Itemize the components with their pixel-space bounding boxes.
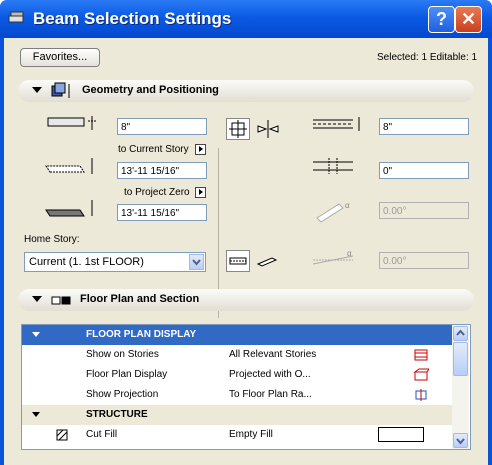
selection-info: Selected: 1 Editable: 1 [377,52,478,63]
row-value: To Floor Plan Ra... [229,389,312,400]
row-value: Empty Fill [229,429,273,440]
anchor-point-button[interactable] [226,118,250,140]
table-row[interactable]: Floor Plan Display Projected with O... [22,365,452,385]
geometry-icon [51,82,70,98]
beam-height-icon [47,116,96,130]
row-value: Projected with O... [229,369,311,380]
table-scrollbar[interactable] [452,325,469,449]
window-title: Beam Selection Settings [33,9,232,28]
row-name: Floor Plan Display [86,369,168,380]
scroll-thumb[interactable] [453,342,468,376]
table-row[interactable]: Show on Stories All Relevant Stories [22,345,452,365]
home-story-label: Home Story: [24,234,80,245]
favorites-button[interactable]: Favorites... [20,48,100,67]
beam-width-icon [313,117,360,131]
beam-app-icon [8,11,24,23]
group-label: FLOOR PLAN DISPLAY [86,329,197,340]
dialog-body: Favorites... Selected: 1 Editable: 1 Geo… [4,38,488,465]
collapse-triangle-icon[interactable] [32,87,42,93]
close-button[interactable]: ✕ [455,6,482,33]
home-story-value: Current (1. 1st FLOOR) [29,256,144,268]
table-row[interactable]: Show Projection To Floor Plan Ra... [22,385,452,405]
to-current-story-label: to Current Story [118,144,189,155]
fill-swatch[interactable] [378,427,424,442]
current-story-arrow-button[interactable] [195,144,206,155]
beam-offset-field[interactable]: 0" [379,162,469,179]
horizontal-beam-icon[interactable] [256,250,278,272]
chevron-down-icon[interactable] [189,254,204,270]
svg-text:α: α [347,249,352,258]
beam-height-field[interactable]: 8" [117,118,207,135]
title-bar[interactable]: Beam Selection Settings ? ✕ [0,0,492,38]
group-expand-icon[interactable] [32,412,40,417]
svg-text:α: α [345,201,350,210]
row-name: Cut Fill [86,429,118,440]
collapse-triangle-icon[interactable] [32,296,42,302]
group-expand-icon[interactable] [32,332,40,337]
row-value: All Relevant Stories [229,349,317,360]
stories-icon [414,349,428,361]
row-name: Show Projection [86,389,159,400]
scroll-down-button[interactable] [453,433,468,448]
beam-offset-icon [313,158,353,174]
row-name: Show on Stories [86,349,159,360]
group-label: STRUCTURE [86,409,148,420]
profile-angle-icon: α [312,249,354,265]
geometry-section-title: Geometry and Positioning [82,84,219,96]
current-story-offset-field[interactable]: 13'-11 15/16" [117,162,207,179]
help-button[interactable]: ? [428,6,455,33]
project-zero-offset-field[interactable]: 13'-11 15/16" [117,204,207,221]
project-zero-arrow-button[interactable] [195,187,206,198]
mirror-icon[interactable] [256,118,280,140]
floor-plan-section-header[interactable]: Floor Plan and Section [18,289,474,311]
current-story-offset-icon [45,158,93,174]
slant-angle-icon: α [316,201,350,223]
table-group-row[interactable]: FLOOR PLAN DISPLAY [22,325,452,345]
geometry-section-header[interactable]: Geometry and Positioning [18,80,474,102]
slant-angle-field: 0.00° [379,202,469,219]
table-group-row[interactable]: STRUCTURE [22,405,452,425]
profile-angle-field: 0.00° [379,252,469,269]
home-story-select[interactable]: Current (1. 1st FLOOR) [24,252,206,272]
floor-plan-display-icon [413,368,429,381]
table-row[interactable]: Cut Fill Empty Fill [22,425,452,445]
scroll-up-button[interactable] [453,326,468,341]
project-zero-offset-icon [45,200,93,217]
dialog-window: Beam Selection Settings ? ✕ Favorites...… [0,0,492,465]
vertical-beam-button[interactable] [226,250,250,272]
floor-plan-icon [51,296,71,305]
floor-plan-section-title: Floor Plan and Section [80,293,200,305]
beam-width-field[interactable]: 8" [379,118,469,135]
to-project-zero-label: to Project Zero [124,187,190,198]
settings-table[interactable]: FLOOR PLAN DISPLAY Show on Stories All R… [21,324,471,450]
hatch-fill-icon [56,429,68,441]
projection-icon [415,389,427,401]
